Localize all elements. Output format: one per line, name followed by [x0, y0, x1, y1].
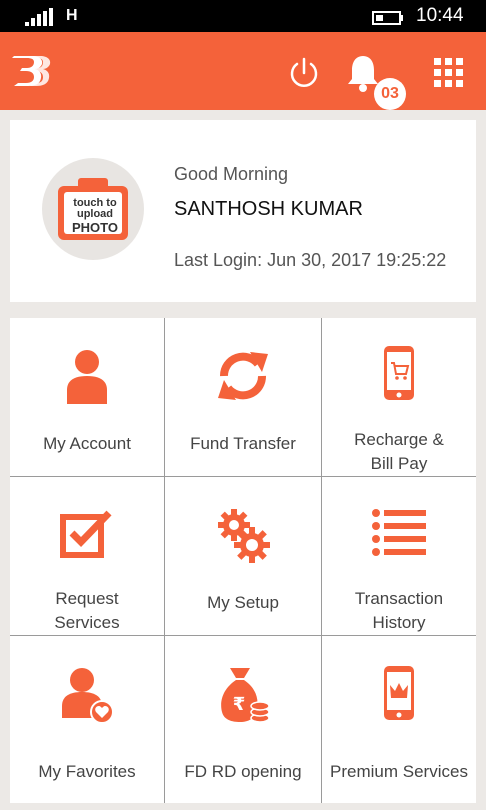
greeting: Good Morning: [174, 164, 289, 184]
request-label-line2: Services: [54, 613, 120, 632]
gears-icon: [218, 509, 270, 563]
premium-services-label: Premium Services: [330, 762, 468, 781]
recharge-bill-pay-tile[interactable]: Recharge & Bill Pay: [322, 318, 476, 476]
transaction-history-label: Transaction History: [322, 587, 476, 635]
my-favorites-tile[interactable]: My Favorites: [10, 636, 164, 803]
grid-divider: [10, 476, 476, 477]
app-root: H 10:44 03 touch to upload PHOTO Good Mo…: [0, 0, 486, 810]
user-heart-icon: [62, 668, 114, 724]
recharge-label-line1: Recharge &: [354, 430, 444, 449]
notification-badge: 03: [374, 78, 406, 110]
request-services-label: Request Services: [10, 587, 164, 635]
fund-transfer-tile[interactable]: Fund Transfer: [165, 318, 321, 476]
user-name: SANTHOSH KUMAR: [174, 198, 363, 220]
money-bag-icon: ₹: [221, 668, 270, 723]
my-setup-tile[interactable]: My Setup: [165, 477, 321, 635]
fd-rd-label: FD RD opening: [184, 762, 302, 781]
signal-icon: [25, 8, 53, 26]
grid-menu-icon[interactable]: [434, 58, 464, 88]
clock: 10:44: [416, 5, 464, 26]
fund-transfer-label: Fund Transfer: [190, 434, 296, 453]
user-icon: [67, 350, 107, 404]
request-services-tile[interactable]: Request Services: [10, 477, 164, 635]
transaction-history-tile[interactable]: Transaction History: [322, 477, 476, 635]
list-icon: [372, 509, 426, 556]
phone-cart-icon: [384, 346, 414, 400]
power-icon[interactable]: [286, 55, 322, 91]
recharge-label: Recharge & Bill Pay: [322, 428, 476, 476]
app-header: 03: [0, 32, 486, 110]
profile-card: touch to upload PHOTO Good Morning SANTH…: [10, 120, 476, 302]
network-type: H: [66, 7, 78, 24]
status-bar: H 10:44: [0, 0, 486, 32]
my-setup-label: My Setup: [207, 593, 279, 612]
transaction-label-line2: History: [372, 613, 426, 632]
grid-divider: [321, 318, 322, 803]
my-favorites-label: My Favorites: [38, 762, 136, 781]
transaction-label-line1: Transaction: [354, 589, 444, 608]
battery-icon: [372, 11, 403, 25]
bank-logo: [12, 56, 51, 86]
fd-rd-opening-tile[interactable]: ₹ FD RD opening: [165, 636, 321, 803]
upload-photo-text: touch to upload PHOTO: [68, 198, 122, 236]
request-label-line1: Request: [55, 589, 119, 608]
photo-text-line2: upload: [76, 208, 114, 220]
svg-text:₹: ₹: [233, 694, 246, 715]
refresh-transfer-icon: [218, 352, 268, 400]
photo-text-line3: PHOTO: [72, 220, 118, 235]
premium-services-tile[interactable]: Premium Services: [322, 636, 476, 803]
phone-crown-icon: [384, 666, 414, 720]
my-account-label: My Account: [43, 434, 131, 453]
last-login: Last Login: Jun 30, 2017 19:25:22: [174, 250, 447, 270]
recharge-label-line2: Bill Pay: [370, 454, 428, 473]
grid-divider: [164, 318, 165, 803]
menu-grid: My Account Fund Transfer Recharge & Bill…: [10, 318, 476, 803]
grid-divider: [10, 635, 476, 636]
upload-photo-button[interactable]: touch to upload PHOTO: [42, 158, 144, 260]
checkbox-icon: [60, 510, 112, 558]
my-account-tile[interactable]: My Account: [10, 318, 164, 476]
